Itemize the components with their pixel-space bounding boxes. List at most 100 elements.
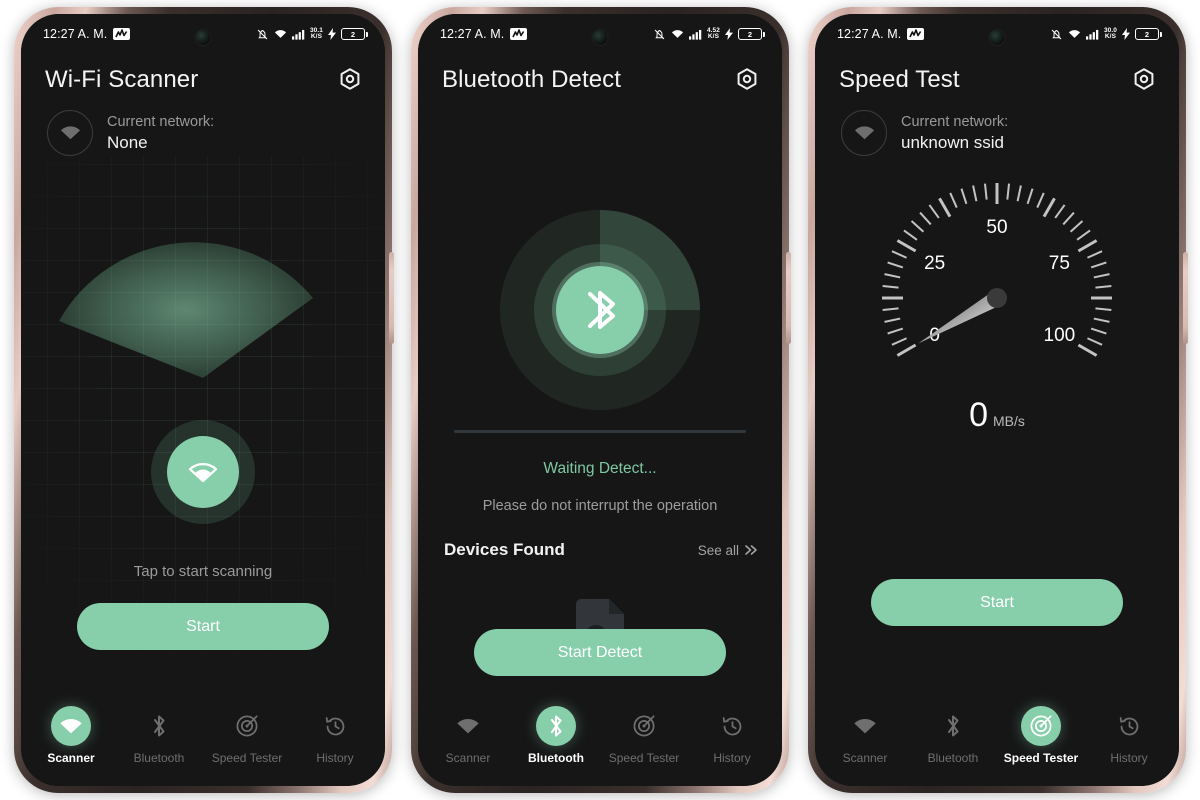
front-camera — [195, 30, 211, 45]
history-clock-icon — [712, 706, 752, 746]
bell-muted-icon — [257, 29, 268, 39]
nav-item-speed-tester[interactable]: Speed Tester — [997, 706, 1085, 765]
gauge-tick — [887, 327, 904, 335]
status-bar-left: 12:27 A. M. — [43, 27, 131, 41]
wifi-icon — [60, 126, 80, 140]
gauge-tick — [1087, 250, 1103, 259]
wifi-icon — [854, 126, 874, 140]
nav-item-history[interactable]: History — [291, 706, 379, 765]
gauge-tick — [928, 204, 940, 219]
status-bar-right: 30.1 K/S 2 — [256, 27, 368, 41]
nav-item-bluetooth[interactable]: Bluetooth — [115, 706, 203, 765]
start-speed-test-button[interactable]: Start — [871, 579, 1123, 626]
activity-graph-icon — [510, 28, 528, 40]
nav-label: History — [316, 751, 354, 765]
gauge-tick — [1095, 307, 1112, 312]
gauge-tick — [1062, 211, 1075, 226]
gauge-tick — [1077, 239, 1098, 253]
gauge-label: 100 — [1044, 325, 1076, 346]
bottom-navigation: Scanner Bluetooth Speed Tester History — [21, 698, 385, 786]
cell-signal-icon — [1085, 29, 1099, 40]
nav-item-scanner[interactable]: Scanner — [424, 706, 512, 765]
nav-item-scanner[interactable]: Scanner — [821, 706, 909, 765]
network-value: unknown ssid — [901, 132, 1005, 152]
status-bar-left: 12:27 A. M. — [837, 27, 925, 41]
bottom-navigation: Scanner Bluetooth Speed Tester History — [418, 698, 782, 786]
wifi-icon — [1068, 30, 1080, 38]
nav-label: Bluetooth — [133, 751, 185, 765]
speed-gauge: 0255075100 — [852, 170, 1142, 425]
bluetooth-radar[interactable] — [494, 204, 706, 416]
gauge-tick — [1069, 220, 1084, 233]
battery-level: 2 — [747, 29, 753, 39]
gauge-tick — [910, 220, 925, 233]
nav-label: Speed Tester — [211, 751, 283, 765]
data-rate-indicator: 30.0 K/S — [1104, 27, 1117, 41]
double-chevron-right-icon — [745, 545, 757, 555]
speed-value: 0 — [969, 396, 989, 434]
status-bar-right: 4.52 K/S 2 — [653, 27, 765, 41]
gauge-tick — [887, 261, 904, 269]
gauge-label: 25 — [924, 253, 945, 274]
wifi-icon — [671, 30, 683, 38]
phone-body: 12:27 A. M. 30.1 K/S 2 Wi-Fi Scanner Cur… — [21, 14, 385, 786]
gauge-tick — [1054, 204, 1066, 219]
screen-speed-test: 12:27 A. M. 30.0 K/S 2 Speed Test Curren… — [815, 14, 1179, 786]
phone-wifi-scanner: 12:27 A. M. 30.1 K/S 2 Wi-Fi Scanner Cur… — [14, 7, 394, 793]
see-all-link[interactable]: See all — [698, 543, 758, 558]
wifi-icon — [51, 706, 91, 746]
start-scan-button[interactable]: Start — [77, 603, 329, 650]
nav-item-bluetooth[interactable]: Bluetooth — [512, 706, 600, 765]
side-power-button[interactable] — [1183, 252, 1188, 344]
status-bar-right: 30.0 K/S 2 — [1050, 27, 1162, 41]
nav-item-scanner[interactable]: Scanner — [27, 706, 115, 765]
front-camera — [989, 30, 1005, 45]
nav-label: Speed Tester — [1003, 751, 1079, 765]
wifi-icon — [274, 30, 286, 38]
status-time: 12:27 A. M. — [440, 27, 505, 41]
scan-start-hub[interactable] — [151, 420, 255, 524]
gear-icon[interactable] — [734, 67, 760, 93]
wifi-icon — [845, 706, 885, 746]
battery-icon: 2 — [738, 28, 765, 40]
nav-item-speed-tester[interactable]: Speed Tester — [600, 706, 688, 765]
activity-graph-icon — [907, 28, 925, 40]
gauge-tick — [1026, 188, 1034, 205]
gauge-tick — [1006, 183, 1011, 200]
gauge-tick — [1077, 343, 1098, 357]
page-title: Speed Test — [839, 66, 960, 93]
history-clock-icon — [1109, 706, 1149, 746]
nav-label: Bluetooth — [528, 751, 584, 765]
data-rate-unit: K/S — [310, 33, 323, 40]
nav-label: Bluetooth — [927, 751, 979, 765]
side-power-button[interactable] — [389, 252, 394, 344]
gear-icon[interactable] — [1131, 67, 1157, 93]
status-bar-left: 12:27 A. M. — [440, 27, 528, 41]
bell-muted-icon — [654, 29, 665, 39]
charging-bolt-icon — [328, 28, 336, 40]
gear-icon[interactable] — [337, 67, 363, 93]
network-label: Current network: — [901, 113, 1009, 130]
nav-label: History — [1110, 751, 1148, 765]
side-power-button[interactable] — [786, 252, 791, 344]
nav-item-history[interactable]: History — [688, 706, 776, 765]
start-detect-button[interactable]: Start Detect — [474, 629, 726, 676]
nav-item-history[interactable]: History — [1085, 706, 1173, 765]
data-rate-unit: K/S — [1104, 33, 1117, 40]
data-rate-indicator: 4.52 K/S — [707, 27, 720, 41]
network-text: Current network: None — [107, 114, 214, 153]
bottom-navigation: Scanner Bluetooth Speed Tester History — [815, 698, 1179, 786]
target-icon — [1021, 706, 1061, 746]
network-badge — [841, 110, 887, 156]
gauge-label: 75 — [1049, 253, 1070, 274]
nav-item-speed-tester[interactable]: Speed Tester — [203, 706, 291, 765]
network-label: Current network: — [107, 113, 215, 130]
phone-body: 12:27 A. M. 4.52 K/S 2 Bluetooth Detect … — [418, 14, 782, 786]
bluetooth-icon — [536, 706, 576, 746]
see-all-label: See all — [697, 542, 739, 558]
gauge-tick — [896, 343, 917, 357]
section-divider — [454, 430, 746, 433]
target-icon — [624, 706, 664, 746]
nav-item-bluetooth[interactable]: Bluetooth — [909, 706, 997, 765]
gauge-tick — [1036, 192, 1045, 208]
